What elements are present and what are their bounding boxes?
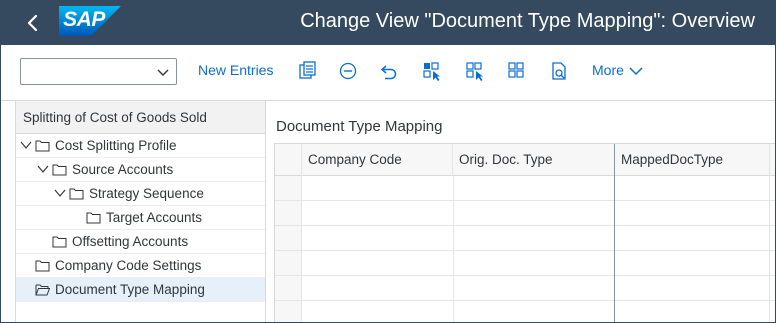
view-select[interactable]	[20, 58, 177, 85]
chevron-down-icon[interactable]	[20, 140, 32, 150]
table-row[interactable]	[275, 226, 775, 251]
display-details-icon[interactable]	[548, 60, 570, 82]
new-entries-button[interactable]: New Entries	[198, 62, 273, 78]
select-all-rows[interactable]	[275, 144, 302, 176]
tree-item[interactable]: Source Accounts	[16, 158, 265, 182]
row-selector[interactable]	[275, 176, 302, 200]
tree-item[interactable]: Document Type Mapping	[16, 278, 265, 302]
folder-icon	[52, 236, 67, 248]
tree-item[interactable]: Target Accounts	[16, 206, 265, 230]
undo-icon[interactable]	[378, 60, 400, 82]
tree-item-label: Offsetting Accounts	[72, 234, 189, 249]
document-type-mapping-table: Company Code Orig. Doc. Type MappedDocTy…	[274, 143, 775, 322]
table-title: Document Type Mapping	[276, 118, 443, 135]
table-header: Company Code Orig. Doc. Type MappedDocTy…	[275, 144, 775, 176]
folder-icon	[69, 188, 84, 200]
row-selector[interactable]	[275, 201, 302, 225]
table-row[interactable]	[275, 276, 775, 301]
tree-item[interactable]: Cost Splitting Profile	[16, 134, 265, 158]
more-button[interactable]: More	[592, 62, 624, 78]
column-divider	[769, 176, 770, 322]
table-row[interactable]	[275, 251, 775, 276]
select-all-icon[interactable]	[421, 60, 443, 82]
chevron-down-icon	[156, 65, 170, 79]
tree-item-label: Document Type Mapping	[55, 282, 205, 297]
tree-item-label: Source Accounts	[72, 162, 174, 177]
folder-icon	[35, 140, 50, 152]
sap-logo-text: SAP	[63, 8, 105, 31]
tree-item[interactable]: Offsetting Accounts	[16, 230, 265, 254]
open-folder-icon	[35, 284, 50, 296]
folder-icon	[86, 212, 101, 224]
row-selector[interactable]	[275, 251, 302, 275]
tree-item[interactable]: Company Code Settings	[16, 254, 265, 278]
copy-as-icon[interactable]	[297, 60, 319, 82]
folder-icon	[35, 260, 50, 272]
table-row[interactable]	[275, 301, 775, 322]
chevron-down-icon[interactable]	[54, 188, 66, 198]
tree-item-label: Company Code Settings	[55, 258, 202, 273]
back-button[interactable]	[19, 9, 47, 37]
chevron-left-icon	[27, 14, 38, 32]
tree-item[interactable]: Strategy Sequence	[16, 182, 265, 206]
delete-icon[interactable]	[337, 60, 359, 82]
table-row[interactable]	[275, 201, 775, 226]
shell-bar: SAP Change View "Document Type Mapping":…	[1, 1, 775, 45]
toolbar: New Entries More	[1, 45, 775, 101]
app-window: SAP Change View "Document Type Mapping":…	[0, 0, 776, 323]
tree-item-label: Cost Splitting Profile	[55, 138, 177, 153]
row-selector[interactable]	[275, 276, 302, 300]
deselect-all-icon[interactable]	[506, 60, 528, 82]
tree-rows: Cost Splitting Profile Source Accounts Str…	[16, 134, 265, 302]
column-header-mapped-doc-type[interactable]: MappedDocType	[615, 144, 770, 176]
table-row[interactable]	[275, 176, 775, 201]
row-selector[interactable]	[275, 226, 302, 250]
sap-logo: SAP	[59, 6, 121, 36]
chevron-down-icon[interactable]	[629, 66, 643, 76]
folder-icon	[52, 164, 67, 176]
column-divider	[453, 176, 454, 322]
row-selector[interactable]	[275, 301, 302, 322]
column-header-orig-doc-type[interactable]: Orig. Doc. Type	[453, 144, 615, 176]
chevron-down-icon[interactable]	[37, 164, 49, 174]
page-title: Change View "Document Type Mapping": Ove…	[300, 10, 755, 32]
dialog-structure-tree: Splitting of Cost of Goods Sold Cost Spl…	[15, 101, 266, 322]
frozen-column-divider	[614, 144, 615, 322]
select-block-icon[interactable]	[464, 60, 486, 82]
tree-item-label: Target Accounts	[106, 210, 203, 225]
column-header-company-code[interactable]: Company Code	[302, 144, 453, 176]
tree-header: Splitting of Cost of Goods Sold	[16, 101, 265, 134]
tree-item-label: Strategy Sequence	[89, 186, 204, 201]
